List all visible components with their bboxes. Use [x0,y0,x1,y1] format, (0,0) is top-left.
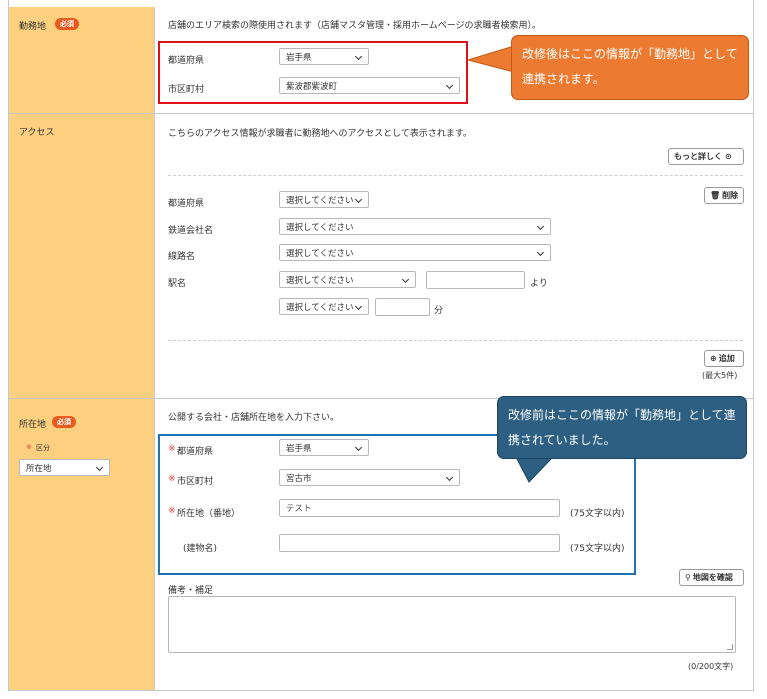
delete-button[interactable]: 🗑 削除 [704,187,744,204]
address-description: 公開する会社・店舗所在地を入力下さい。 [168,413,340,423]
chevron-down-icon [354,299,365,314]
add-button[interactable]: ⊕ 追加 [704,350,744,367]
add-label: 追加 [718,354,735,363]
access-description: こちらのアクセス情報が求職者に勤務地へのアクセスとして表示されます。 [168,129,472,139]
callout-after-text: 改修後はここの情報が「勤務地」として連携されます。 [522,47,738,86]
check-map-button[interactable]: ⚲ 地図を確認 [679,569,744,586]
access-prefecture-label: 都道府県 [168,199,205,209]
row-label-access: アクセス [9,114,155,398]
work-location-label: 勤務地 [19,22,47,32]
row-label-address: 所在地 必須 ※ 区分 所在地 [9,399,155,690]
resize-grip-icon[interactable] [727,644,733,650]
required-badge: 必須 [52,416,76,428]
callout-pointer-blue [516,456,553,483]
chevron-right-circle-icon: ⊙ [725,152,732,161]
callout-after: 改修後はここの情報が「勤務地」として連携されます。 [511,35,749,100]
chevron-down-icon [401,272,412,287]
callout-before-text: 改修前はここの情報が「勤務地」として連携されていました。 [508,408,736,447]
access-content: こちらのアクセス情報が求職者に勤務地へのアクセスとして表示されます。 もっと詳し… [156,114,753,398]
select-value: 選択してください [286,276,354,286]
chevron-down-icon [536,245,547,260]
minutes-input[interactable] [375,298,430,316]
highlight-box-after [158,41,468,104]
callout-pointer-orange [466,45,515,73]
station-distance-input[interactable] [426,271,525,289]
divider [168,340,743,341]
access-method-select[interactable]: 選択してください [279,298,369,315]
access-label: アクセス [19,128,55,138]
address-label: 所在地 [19,420,47,430]
from-suffix: より [530,279,548,289]
select-value: 選択してください [286,249,354,259]
select-value: 選択してください [286,303,354,313]
station-name-select[interactable]: 選択してください [279,271,416,288]
more-details-label: もっと詳しく [674,152,722,161]
select-value: 選択してください [286,196,354,206]
remarks-label: 備考・補足 [168,586,214,596]
chevron-down-icon [95,460,106,475]
required-badge: 必須 [55,18,79,30]
remarks-char-count: (0/200文字) [688,662,734,671]
station-name-label: 駅名 [168,279,187,289]
category-label: 区分 [36,444,50,452]
required-mark: ※ [26,443,32,451]
access-prefecture-select[interactable]: 選択してください [279,191,369,208]
delete-label: 削除 [722,191,739,200]
work-location-description: 店舗のエリア検索の際使用されます（店舗マスタ管理・採用ホームページの求職者検索用… [168,21,542,31]
line-name-select[interactable]: 選択してください [279,244,551,261]
chevron-down-icon [536,219,547,234]
form-frame-top [8,0,754,7]
line-name-label: 線路名 [168,252,196,262]
railway-company-select[interactable]: 選択してください [279,218,551,235]
select-value: 選択してください [286,223,354,233]
chevron-down-icon [354,192,365,207]
select-value: 所在地 [26,464,52,474]
max-items-note: (最大5件) [702,371,738,380]
plus-circle-icon: ⊕ [710,354,717,363]
row-access: アクセス こちらのアクセス情報が求職者に勤務地へのアクセスとして表示されます。 … [8,114,754,399]
category-select[interactable]: 所在地 [19,459,110,476]
check-map-label: 地図を確認 [692,573,733,582]
railway-company-label: 鉄道会社名 [168,226,214,236]
more-details-button[interactable]: もっと詳しく ⊙ [668,148,744,165]
divider [168,175,743,176]
map-pin-icon: ⚲ [685,573,691,582]
row-label-work-location: 勤務地 必須 [9,7,155,113]
minutes-suffix: 分 [434,306,444,316]
trash-icon: 🗑 [710,191,721,200]
callout-before: 改修前はここの情報が「勤務地」として連携されていました。 [497,396,747,459]
remarks-textarea[interactable] [168,596,736,653]
